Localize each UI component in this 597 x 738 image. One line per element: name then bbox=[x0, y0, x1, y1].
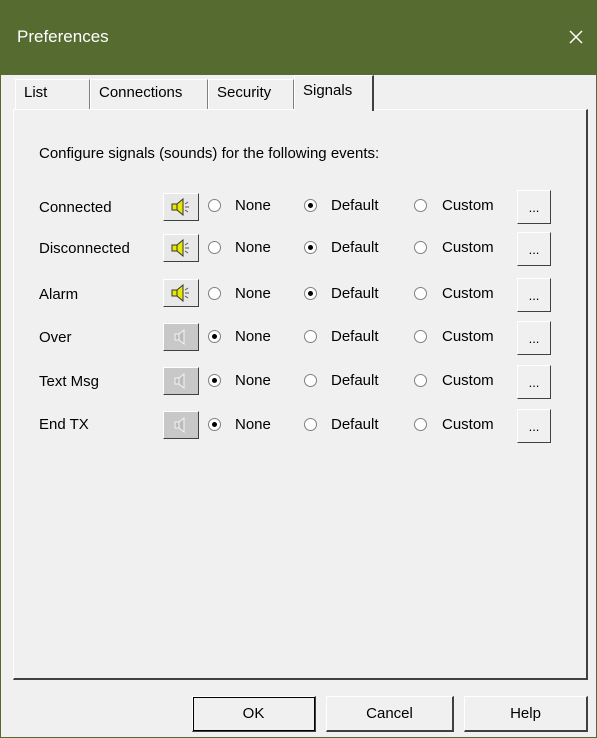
option-label-custom: Custom bbox=[442, 197, 494, 214]
speaker-button-disconnected[interactable] bbox=[163, 234, 199, 262]
browse-button-alarm[interactable]: ... bbox=[517, 278, 551, 312]
speaker-icon bbox=[171, 198, 189, 216]
help-button[interactable]: Help bbox=[464, 696, 588, 732]
radio-disconnected-default[interactable] bbox=[304, 241, 317, 254]
cancel-button[interactable]: Cancel bbox=[326, 696, 454, 732]
option-label-default: Default bbox=[331, 372, 379, 389]
option-label-default: Default bbox=[331, 197, 379, 214]
option-label-default: Default bbox=[331, 285, 379, 302]
option-label-custom: Custom bbox=[442, 372, 494, 389]
option-label-none: None bbox=[235, 328, 271, 345]
radio-connected-custom[interactable] bbox=[414, 199, 427, 212]
radio-alarm-none[interactable] bbox=[208, 287, 221, 300]
option-label-default: Default bbox=[331, 328, 379, 345]
tab-signals[interactable]: Signals bbox=[294, 75, 374, 111]
tab-security[interactable]: Security bbox=[208, 79, 294, 109]
speaker-icon bbox=[171, 284, 189, 302]
close-button[interactable] bbox=[556, 17, 596, 57]
option-label-none: None bbox=[235, 416, 271, 433]
option-label-none: None bbox=[235, 239, 271, 256]
radio-alarm-default[interactable] bbox=[304, 287, 317, 300]
speaker-muted-icon bbox=[174, 328, 185, 346]
radio-text-msg-default[interactable] bbox=[304, 374, 317, 387]
radio-disconnected-custom[interactable] bbox=[414, 241, 427, 254]
event-label-end-tx: End TX bbox=[39, 416, 89, 433]
speaker-button-over[interactable] bbox=[163, 323, 199, 351]
event-label-disconnected: Disconnected bbox=[39, 240, 130, 257]
option-label-custom: Custom bbox=[442, 328, 494, 345]
close-icon bbox=[569, 30, 583, 44]
browse-button-over[interactable]: ... bbox=[517, 321, 551, 355]
event-label-alarm: Alarm bbox=[39, 286, 79, 303]
radio-over-custom[interactable] bbox=[414, 330, 427, 343]
preferences-dialog: Preferences List Connections Security Si… bbox=[0, 0, 597, 738]
speaker-button-end-tx[interactable] bbox=[163, 411, 199, 439]
speaker-button-text-msg[interactable] bbox=[163, 367, 199, 395]
option-label-default: Default bbox=[331, 239, 379, 256]
option-label-default: Default bbox=[331, 416, 379, 433]
speaker-icon bbox=[171, 239, 189, 257]
speaker-button-connected[interactable] bbox=[163, 193, 199, 221]
browse-button-disconnected[interactable]: ... bbox=[517, 232, 551, 266]
event-label-over: Over bbox=[39, 329, 72, 346]
radio-end-tx-custom[interactable] bbox=[414, 418, 427, 431]
option-label-custom: Custom bbox=[442, 285, 494, 302]
browse-button-end-tx[interactable]: ... bbox=[517, 409, 551, 443]
window-title: Preferences bbox=[17, 27, 109, 46]
signals-panel bbox=[13, 109, 588, 680]
browse-button-connected[interactable]: ... bbox=[517, 190, 551, 224]
radio-end-tx-default[interactable] bbox=[304, 418, 317, 431]
title-bar: Preferences bbox=[1, 1, 596, 75]
radio-text-msg-custom[interactable] bbox=[414, 374, 427, 387]
option-label-none: None bbox=[235, 372, 271, 389]
speaker-muted-icon bbox=[174, 416, 185, 434]
radio-end-tx-none[interactable] bbox=[208, 418, 221, 431]
option-label-custom: Custom bbox=[442, 416, 494, 433]
radio-over-none[interactable] bbox=[208, 330, 221, 343]
radio-over-default[interactable] bbox=[304, 330, 317, 343]
speaker-muted-icon bbox=[174, 372, 185, 390]
radio-text-msg-none[interactable] bbox=[208, 374, 221, 387]
browse-button-text-msg[interactable]: ... bbox=[517, 365, 551, 399]
event-label-text-msg: Text Msg bbox=[39, 373, 100, 390]
ok-button[interactable]: OK bbox=[192, 696, 316, 732]
option-label-none: None bbox=[235, 285, 271, 302]
tab-connections[interactable]: Connections bbox=[90, 79, 208, 109]
radio-connected-none[interactable] bbox=[208, 199, 221, 212]
option-label-none: None bbox=[235, 197, 271, 214]
intro-text: Configure signals (sounds) for the follo… bbox=[39, 145, 380, 162]
radio-disconnected-none[interactable] bbox=[208, 241, 221, 254]
option-label-custom: Custom bbox=[442, 239, 494, 256]
radio-connected-default[interactable] bbox=[304, 199, 317, 212]
speaker-button-alarm[interactable] bbox=[163, 279, 199, 307]
event-label-connected: Connected bbox=[39, 199, 112, 216]
tab-list[interactable]: List bbox=[15, 79, 90, 109]
radio-alarm-custom[interactable] bbox=[414, 287, 427, 300]
